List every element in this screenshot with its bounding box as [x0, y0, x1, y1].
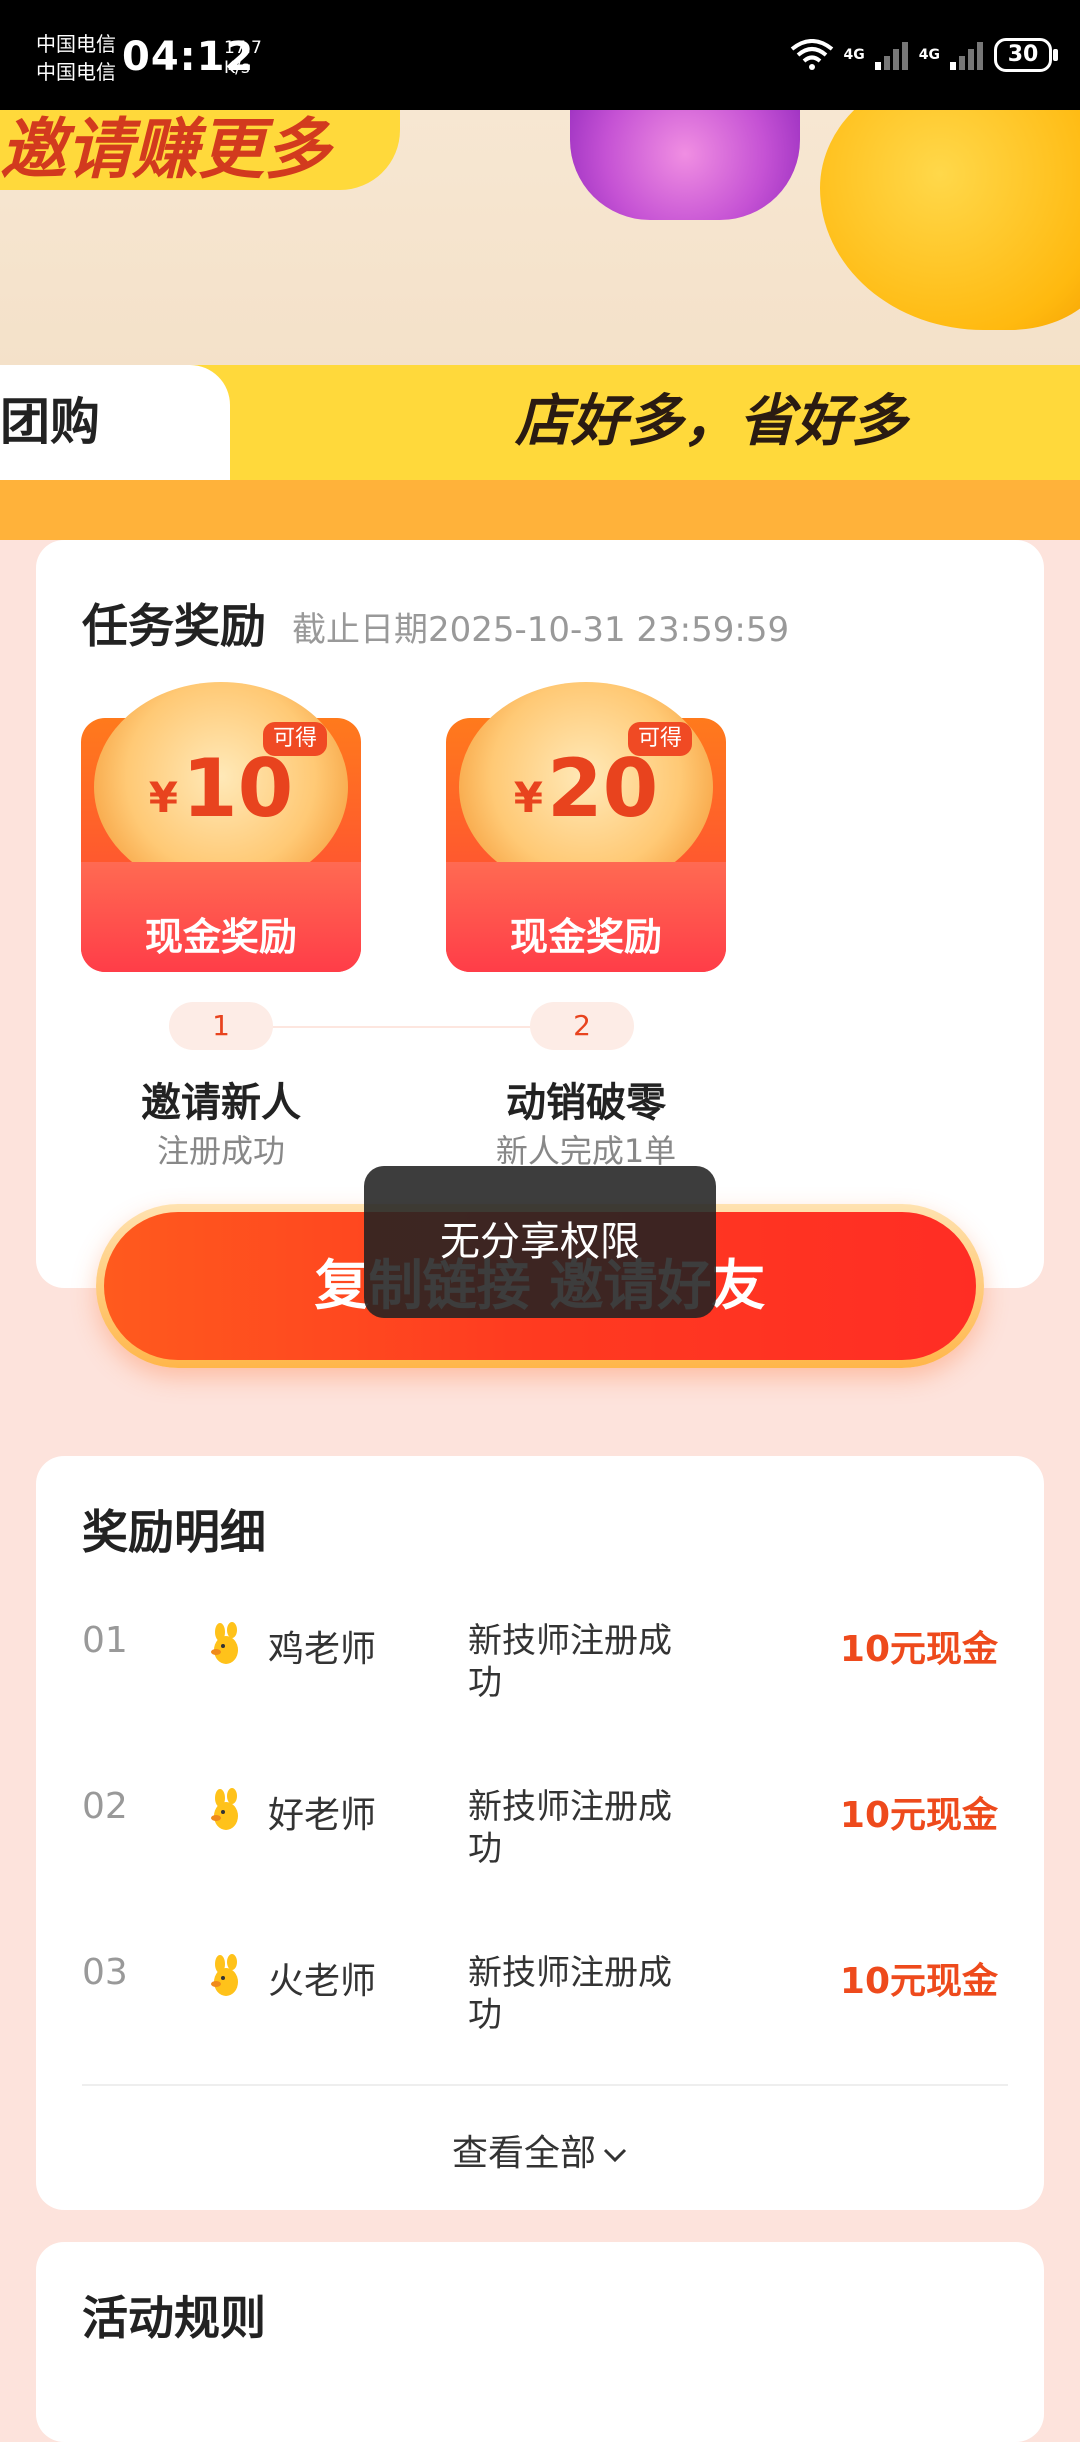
- row-index: 02: [82, 1786, 128, 1827]
- list-item: 01 鸡老师 新技师注册成功 10元现金: [36, 1620, 1044, 1740]
- chevron-down-icon: [603, 2148, 627, 2163]
- mascot-avatar-icon: [211, 1954, 238, 1996]
- mascot-avatar-icon: [211, 1788, 238, 1830]
- network-speed: 17.7 K/s: [224, 38, 262, 78]
- no-permission-toast: 无分享权限: [364, 1166, 716, 1318]
- banner-tab: 团购: [0, 365, 230, 480]
- status-bar: 中国电信 中国电信 04:12 17.7 K/s 4G 4G 30: [0, 0, 1080, 110]
- carrier-2: 中国电信: [36, 60, 116, 84]
- reward-reason: 新技师注册成功: [468, 1953, 672, 2035]
- network-speed-unit: K/s: [224, 58, 250, 78]
- reward-amount: ¥10: [148, 742, 294, 835]
- gamepad-illustration: [570, 110, 800, 220]
- banner-bottom-band: [0, 480, 1080, 540]
- network-speed-value: 17.7: [224, 38, 262, 58]
- reward-card-1: ¥10 可得 现金奖励: [81, 682, 361, 972]
- reward-amount: ¥20: [513, 742, 659, 835]
- row-index: 03: [82, 1952, 128, 1993]
- view-all-button[interactable]: 查看全部: [36, 2124, 1044, 2176]
- rules-title: 活动规则: [82, 2291, 266, 2345]
- row-index: 01: [82, 1620, 128, 1661]
- task-title: 任务奖励: [82, 599, 266, 653]
- available-badge: 可得: [263, 722, 328, 756]
- mascot-avatar-icon: [211, 1622, 238, 1664]
- mascot-illustration: [820, 110, 1080, 330]
- step-number-2: 2: [530, 1002, 634, 1050]
- reward-reason: 新技师注册成功: [468, 1621, 672, 1703]
- activity-rules-card: 活动规则: [36, 2242, 1044, 2442]
- step-title-1: 邀请新人: [141, 1080, 301, 1126]
- carrier-1: 中国电信: [36, 32, 116, 56]
- carrier-info: 中国电信 中国电信: [36, 30, 116, 86]
- reward-label: 现金奖励: [509, 915, 662, 959]
- details-title: 奖励明细: [82, 1505, 266, 1559]
- view-all-label: 查看全部: [451, 2133, 596, 2174]
- step-number-1: 1: [169, 1002, 273, 1050]
- reward-card-2: ¥20 可得 现金奖励: [446, 682, 726, 972]
- list-item: 03 火老师 新技师注册成功 10元现金: [36, 1952, 1044, 2072]
- signal-1-icon: [874, 42, 908, 70]
- reward-value: 10元现金: [839, 1629, 998, 1670]
- wifi-icon: [790, 39, 833, 70]
- divider: [82, 2084, 1008, 2086]
- teacher-name: 火老师: [268, 1961, 377, 2002]
- reward-value: 10元现金: [839, 1795, 998, 1836]
- battery-icon: 30: [994, 38, 1058, 72]
- banner-headline: 邀请赚更多: [0, 110, 400, 190]
- teacher-name: 鸡老师: [268, 1629, 377, 1670]
- reward-reason: 新技师注册成功: [468, 1787, 672, 1869]
- signal-2-icon: [950, 42, 983, 70]
- deadline-text: 截止日期2025-10-31 23:59:59: [292, 610, 790, 650]
- promo-banner[interactable]: 邀请赚更多 团购 店好多，省好多: [0, 110, 1080, 540]
- list-item: 02 好老师 新技师注册成功 10元现金: [36, 1786, 1044, 1906]
- reward-details-card: 奖励明细 01 鸡老师 新技师注册成功 10元现金 02 好老师 新技师注册成功…: [36, 1456, 1044, 2210]
- signal-1-type: 4G: [843, 47, 865, 63]
- status-icons: 4G 4G 30: [790, 38, 1058, 72]
- available-badge: 可得: [628, 722, 693, 756]
- signal-2-type: 4G: [918, 47, 940, 63]
- banner-slogan: 店好多，省好多: [515, 389, 907, 454]
- step-title-2: 动销破零: [506, 1080, 666, 1126]
- step-subtitle-1: 注册成功: [156, 1132, 285, 1170]
- reward-value: 10元现金: [839, 1961, 998, 2002]
- reward-label: 现金奖励: [144, 915, 297, 959]
- teacher-name: 好老师: [268, 1795, 377, 1836]
